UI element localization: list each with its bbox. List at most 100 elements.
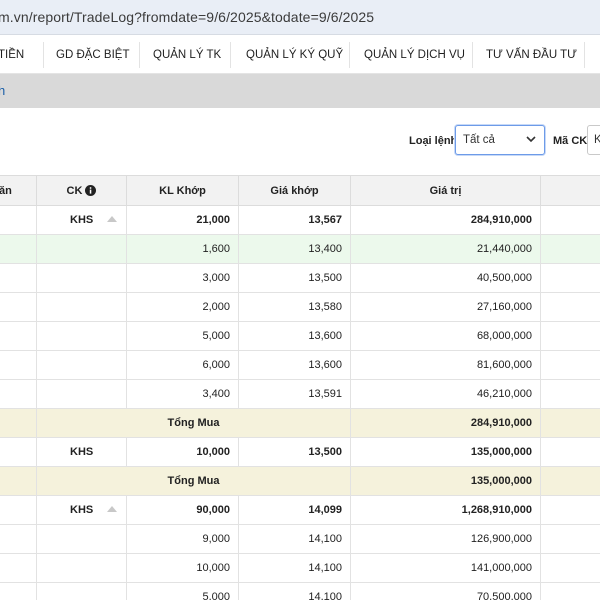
order-group-row[interactable]: KHS 90,000 14,099 1,268,910,000 xyxy=(0,496,600,525)
cell-col0 xyxy=(0,322,37,350)
cell-matched-qty: 10,000 xyxy=(127,438,239,466)
cell-matched-qty: 9,000 xyxy=(127,525,239,553)
cell-extra xyxy=(541,438,600,466)
cell-extra xyxy=(541,264,600,292)
total-row[interactable]: Tổng Mua 284,910,000 xyxy=(0,409,600,438)
cell-extra xyxy=(541,583,600,600)
cell-matched-price: 14,099 xyxy=(239,496,351,524)
cell-col0 xyxy=(0,438,37,466)
symbol-label: Mã CK xyxy=(553,135,588,147)
cell-symbol xyxy=(37,264,127,292)
table-row[interactable]: 10,000 14,100 141,000,000 xyxy=(0,554,600,583)
table-header: ăn CK KL Khớp Giá khớp Giá trị xyxy=(0,175,600,206)
cell-col0 xyxy=(0,525,37,553)
cell-extra xyxy=(541,525,600,553)
cell-extra xyxy=(541,322,600,350)
total-row[interactable]: Tổng Mua 135,000,000 xyxy=(0,467,600,496)
table-row[interactable]: 2,000 13,580 27,160,000 xyxy=(0,293,600,322)
cell-matched-price: 13,500 xyxy=(239,438,351,466)
cell-matched-price: 14,100 xyxy=(239,583,351,600)
cell-matched-price: 13,580 xyxy=(239,293,351,321)
cell-matched-qty: 3,400 xyxy=(127,380,239,408)
cell-symbol xyxy=(37,235,127,263)
cell-symbol xyxy=(37,322,127,350)
nav-item-quan-ly-tk[interactable]: QUẢN LÝ TK xyxy=(153,36,221,74)
nav-item-quan-ly-ky-quy[interactable]: QUẢN LÝ KÝ QUỸ xyxy=(246,36,343,74)
cell-symbol xyxy=(37,583,127,600)
table-row[interactable]: 9,000 14,100 126,900,000 xyxy=(0,525,600,554)
cell-symbol xyxy=(37,380,127,408)
cell-value: 46,210,000 xyxy=(351,380,541,408)
header-matched-price[interactable]: Giá khớp xyxy=(239,176,351,206)
chevron-down-icon xyxy=(526,136,536,143)
nav-item-tien[interactable]: TIỀN xyxy=(0,36,24,74)
cell-matched-qty: 1,600 xyxy=(127,235,239,263)
cell-matched-price: 13,600 xyxy=(239,322,351,350)
order-group-row[interactable]: KHS 10,000 13,500 135,000,000 xyxy=(0,438,600,467)
table-row[interactable]: 5,000 13,600 68,000,000 xyxy=(0,322,600,351)
cell-value: 21,440,000 xyxy=(351,235,541,263)
cell-col0 xyxy=(0,351,37,379)
cell-value: 1,268,910,000 xyxy=(351,496,541,524)
cell-col0 xyxy=(0,583,37,600)
cell-value: 141,000,000 xyxy=(351,554,541,582)
cell-symbol xyxy=(37,525,127,553)
header-value[interactable]: Giá trị xyxy=(351,176,541,206)
sort-up-icon[interactable] xyxy=(107,506,117,512)
browser-address-bar[interactable]: m.vn/report/TradeLog?fromdate=9/6/2025&t… xyxy=(0,0,600,35)
nav-item-gd-dac-biet[interactable]: GD ĐẶC BIỆT xyxy=(56,36,129,74)
header-symbol[interactable]: CK xyxy=(37,176,127,206)
cell-matched-price: 13,600 xyxy=(239,351,351,379)
table-row[interactable]: 5,000 14,100 70,500,000 xyxy=(0,583,600,600)
breadcrumb[interactable]: h xyxy=(0,83,5,98)
cell-extra xyxy=(541,235,600,263)
cell-extra xyxy=(541,293,600,321)
order-type-label: Loại lệnh xyxy=(409,135,458,147)
cell-matched-price: 14,100 xyxy=(239,525,351,553)
cell-matched-qty: 5,000 xyxy=(127,322,239,350)
nav-item-tu-van-dau-tu[interactable]: TƯ VẤN ĐẦU TƯ xyxy=(486,36,577,74)
cell-value: 81,600,000 xyxy=(351,351,541,379)
total-value: 284,910,000 xyxy=(351,409,541,437)
sort-up-icon[interactable] xyxy=(107,216,117,222)
nav-divider xyxy=(43,42,44,68)
section-bar: h xyxy=(0,74,600,108)
info-icon[interactable] xyxy=(85,185,97,196)
url-text[interactable]: m.vn/report/TradeLog?fromdate=9/6/2025&t… xyxy=(0,9,374,25)
nav-item-quan-ly-dich-vu[interactable]: QUẢN LÝ DỊCH VỤ xyxy=(364,36,465,74)
symbol-input-value: K xyxy=(594,134,600,146)
table-row[interactable]: 6,000 13,600 81,600,000 xyxy=(0,351,600,380)
cell-matched-qty: 21,000 xyxy=(127,206,239,234)
cell-value: 40,500,000 xyxy=(351,264,541,292)
table-row[interactable]: 3,400 13,591 46,210,000 xyxy=(0,380,600,409)
total-label: Tổng Mua xyxy=(37,409,351,437)
cell-symbol xyxy=(37,293,127,321)
total-label: Tổng Mua xyxy=(37,467,351,495)
cell-matched-qty: 2,000 xyxy=(127,293,239,321)
cell-extra xyxy=(541,554,600,582)
nav-divider xyxy=(139,42,140,68)
order-type-select[interactable]: Tất cả xyxy=(455,125,545,155)
cell-value: 126,900,000 xyxy=(351,525,541,553)
table-row[interactable]: 3,000 13,500 40,500,000 xyxy=(0,264,600,293)
cell-value: 135,000,000 xyxy=(351,438,541,466)
nav-divider xyxy=(472,42,473,68)
cell-matched-price: 14,100 xyxy=(239,554,351,582)
cell-extra xyxy=(541,206,600,234)
cell-extra xyxy=(541,467,600,495)
nav-divider xyxy=(349,42,350,68)
cell-extra xyxy=(541,496,600,524)
cell-value: 27,160,000 xyxy=(351,293,541,321)
cell-col0 xyxy=(0,496,37,524)
order-group-row[interactable]: KHS 21,000 13,567 284,910,000 xyxy=(0,206,600,235)
cell-matched-price: 13,591 xyxy=(239,380,351,408)
cell-col0 xyxy=(0,554,37,582)
header-matched-qty[interactable]: KL Khớp xyxy=(127,176,239,206)
cell-value: 284,910,000 xyxy=(351,206,541,234)
table-row[interactable]: 1,600 13,400 21,440,000 xyxy=(0,235,600,264)
symbol-input[interactable]: K xyxy=(587,125,600,155)
cell-extra xyxy=(541,351,600,379)
total-value: 135,000,000 xyxy=(351,467,541,495)
cell-col0 xyxy=(0,293,37,321)
cell-matched-price: 13,400 xyxy=(239,235,351,263)
